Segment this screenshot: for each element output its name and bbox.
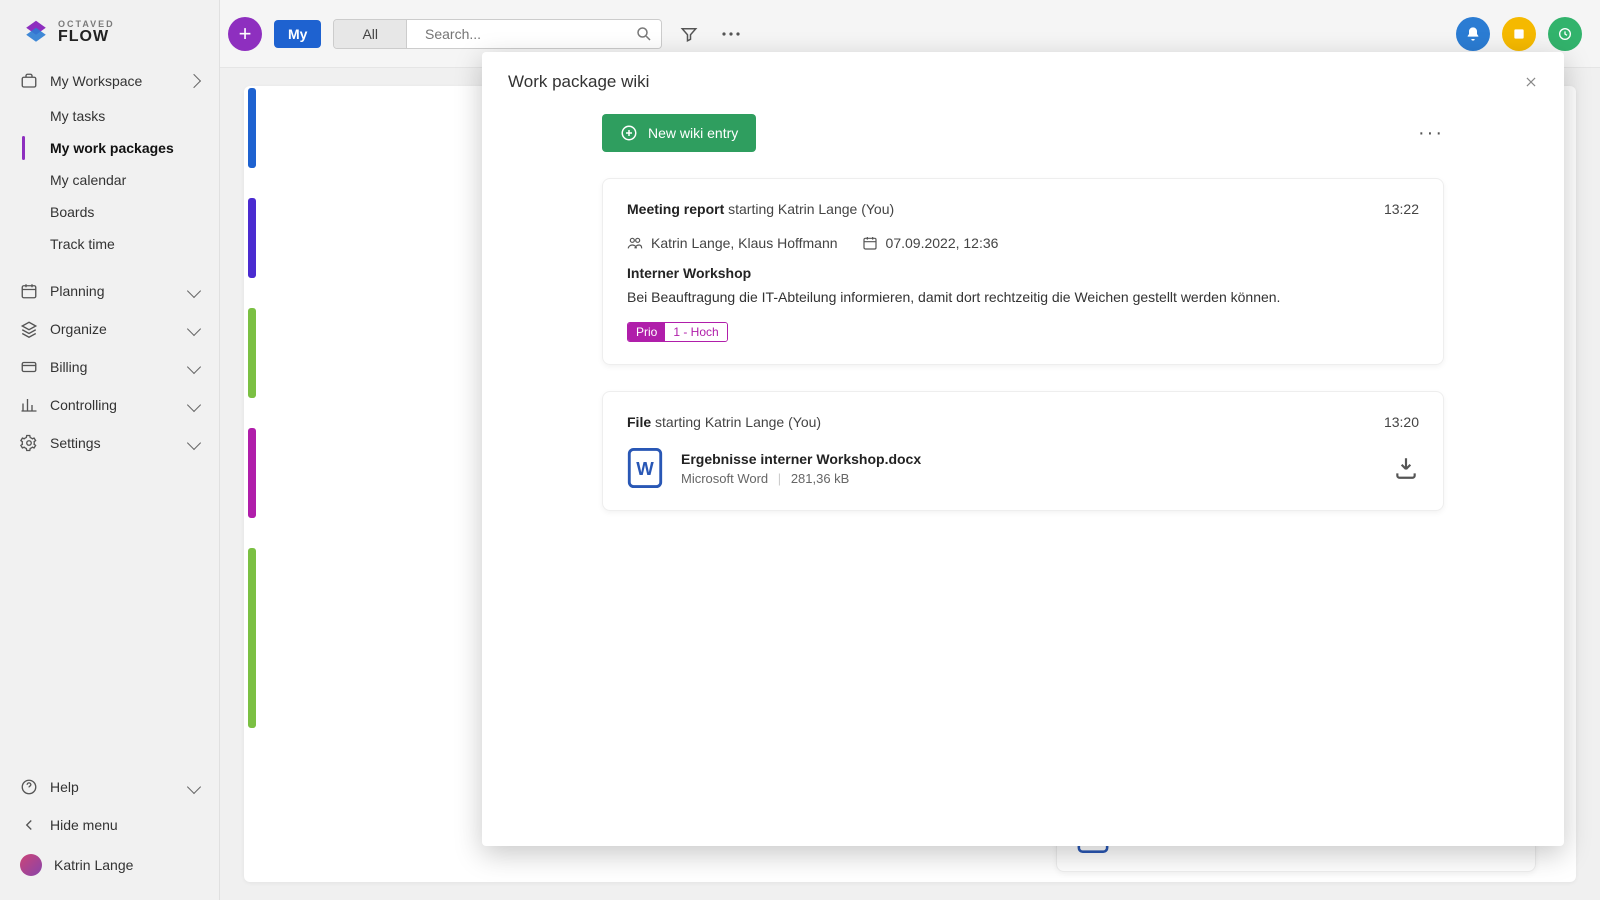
bell-icon [1465,26,1481,42]
chevron-down-icon [187,398,201,412]
brand-bottom: FLOW [58,29,115,45]
sidebar-item-track-time[interactable]: Track time [50,228,219,260]
clock-icon [1557,26,1573,42]
dots-icon [722,32,740,36]
funnel-icon [680,25,698,43]
search-box [406,20,661,48]
notes-button[interactable] [1502,17,1536,51]
plus-circle-icon [620,124,638,142]
help-icon [20,778,38,796]
people-icon [627,235,643,251]
briefcase-icon [20,72,38,90]
button-label: New wiki entry [648,125,738,141]
nav-organize[interactable]: Organize [0,310,219,348]
chevron-down-icon [187,284,201,298]
wiki-entry-file[interactable]: File starting Katrin Lange (You) 13:20 W… [602,391,1444,511]
nav-label: My Workspace [50,73,142,89]
sidebar-item-my-calendar[interactable]: My calendar [50,164,219,196]
download-icon [1393,455,1419,481]
filter-all[interactable]: All [334,20,406,48]
sidebar: OCTAVED FLOW My Workspace My tasks My wo… [0,0,220,900]
nav-user[interactable]: Katrin Lange [0,844,219,886]
nav-label: Billing [50,359,87,375]
entry-time: 13:20 [1384,414,1419,430]
entry-subject: Interner Workshop [627,265,1419,281]
nav-billing[interactable]: Billing [0,348,219,386]
calendar-icon [20,282,38,300]
chevron-down-icon [187,322,201,336]
nav-controlling[interactable]: Controlling [0,386,219,424]
chart-icon [20,396,38,414]
download-button[interactable] [1393,455,1419,481]
new-wiki-entry-button[interactable]: New wiki entry [602,114,756,152]
nav-label: Settings [50,435,101,451]
avatar [20,854,42,876]
close-icon [1524,75,1538,89]
card-icon [20,358,38,376]
wiki-entry-meeting[interactable]: Meeting report starting Katrin Lange (Yo… [602,178,1444,365]
participants: Katrin Lange, Klaus Hoffmann [627,235,838,251]
file-name: Ergebnisse interner Workshop.docx [681,451,921,467]
notifications-button[interactable] [1456,17,1490,51]
nav-my-workspace[interactable]: My Workspace [0,62,219,100]
logo: OCTAVED FLOW [0,0,219,56]
chevron-down-icon [187,360,201,374]
file-meta: Microsoft Word | 281,36 kB [681,471,921,486]
chevron-down-icon [187,780,201,794]
word-icon: W [627,448,663,488]
gear-icon [20,434,38,452]
wiki-more[interactable]: ··· [1418,122,1444,145]
chevron-down-icon [187,436,201,450]
nav-label: Hide menu [50,817,118,833]
nav-label: Planning [50,283,105,299]
file-info: Ergebnisse interner Workshop.docx Micros… [681,451,921,486]
nav-label: Controlling [50,397,117,413]
search-input[interactable] [415,20,635,48]
filter-my[interactable]: My [274,20,321,48]
chevron-left-icon [20,816,38,834]
entry-body: Bei Beauftragung die IT-Abteilung inform… [627,287,1419,308]
calendar-icon [862,235,878,251]
nav-help[interactable]: Help [0,768,219,806]
nav-label: Organize [50,321,107,337]
nav-label: Help [50,779,79,795]
modal-close[interactable] [1524,75,1538,89]
add-button[interactable]: + [228,17,262,51]
filter-button[interactable] [674,19,704,49]
chevron-up-icon [187,74,201,88]
nav-settings[interactable]: Settings [0,424,219,462]
entry-time: 13:22 [1384,201,1419,217]
svg-text:W: W [636,458,654,479]
entry-head: File starting Katrin Lange (You) [627,414,821,430]
wiki-modal: Work package wiki New wiki entry ··· Mee… [482,52,1564,846]
nav-hide-menu[interactable]: Hide menu [0,806,219,844]
nav-planning[interactable]: Planning [0,272,219,310]
sidebar-item-my-tasks[interactable]: My tasks [50,100,219,132]
logo-icon [22,18,50,46]
sidebar-item-my-work-packages[interactable]: My work packages [50,132,219,164]
user-name: Katrin Lange [54,857,133,873]
timer-button[interactable] [1548,17,1582,51]
sidebar-item-boards[interactable]: Boards [50,196,219,228]
entry-date: 07.09.2022, 12:36 [862,235,999,251]
note-icon [1512,27,1526,41]
priority-badge: Prio 1 - Hoch [627,322,728,342]
more-button[interactable] [716,26,746,42]
search-icon[interactable] [635,25,653,43]
modal-title: Work package wiki [508,72,649,92]
layers-icon [20,320,38,338]
entry-head: Meeting report starting Katrin Lange (Yo… [627,201,894,217]
color-strips [248,88,268,870]
